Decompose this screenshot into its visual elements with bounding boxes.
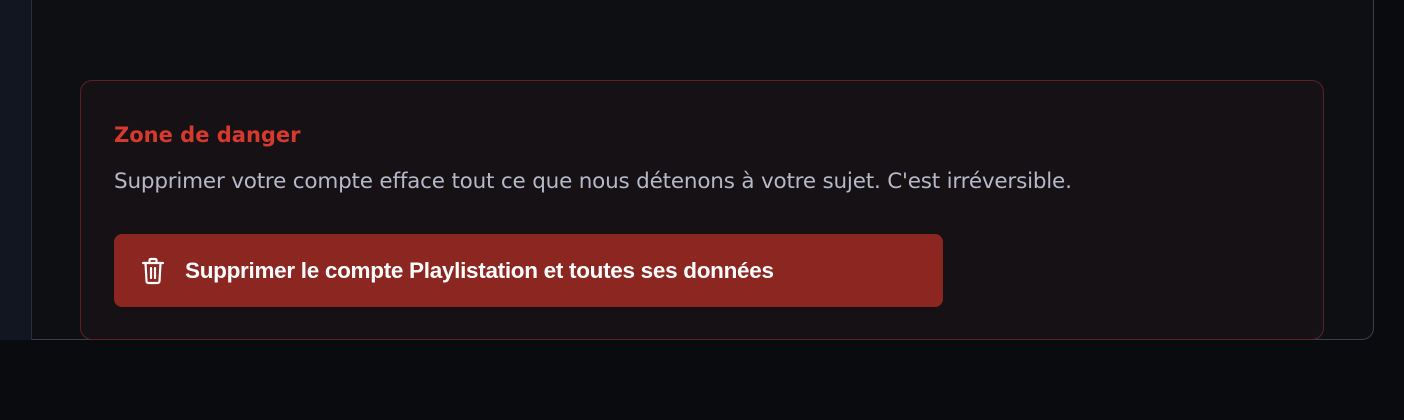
- sidebar-edge: [0, 0, 32, 340]
- danger-zone-title: Zone de danger: [114, 123, 301, 147]
- delete-account-button-label: Supprimer le compte Playlistation et tou…: [185, 257, 774, 283]
- danger-zone-description: Supprimer votre compte efface tout ce qu…: [114, 169, 1072, 194]
- trash-icon: [141, 257, 165, 285]
- delete-account-button[interactable]: Supprimer le compte Playlistation et tou…: [114, 234, 943, 307]
- danger-zone-card: Zone de danger Supprimer votre compte ef…: [80, 80, 1324, 340]
